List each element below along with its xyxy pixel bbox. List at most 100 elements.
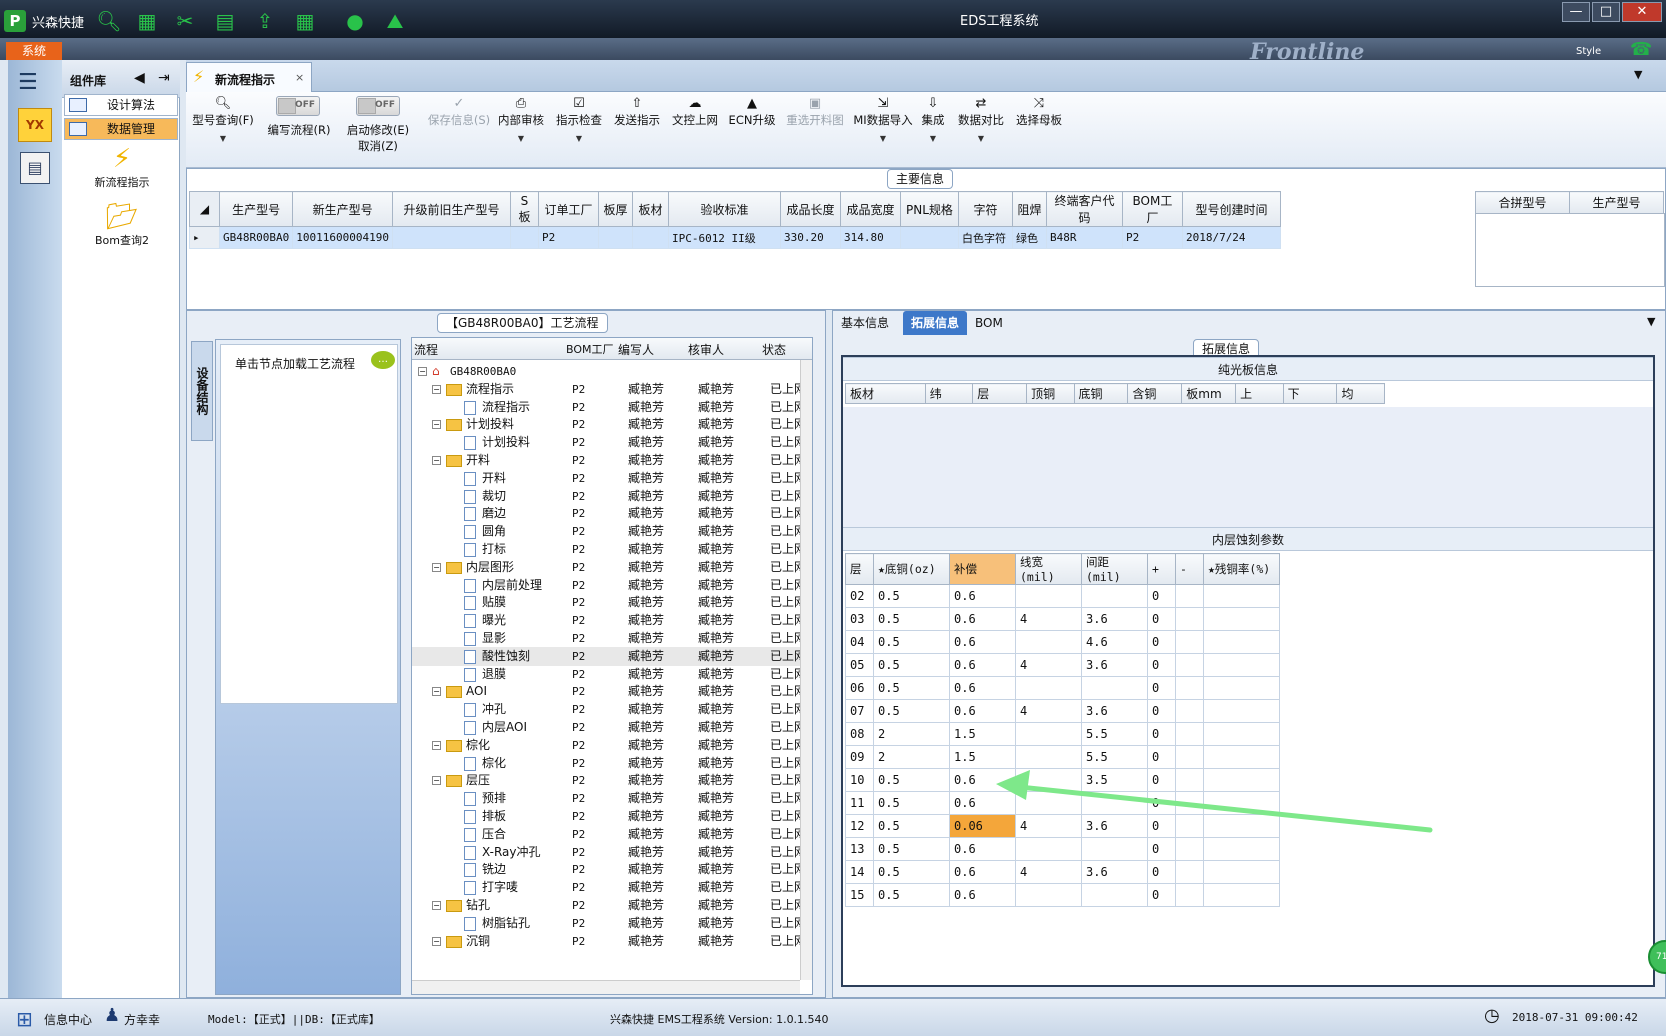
etch-cell[interactable]: 06 xyxy=(845,676,874,700)
main-cell[interactable]: 10011600004190 xyxy=(292,226,393,249)
etch-cell[interactable]: 0 xyxy=(1147,883,1176,907)
etch-cell[interactable]: 5.5 xyxy=(1081,722,1148,746)
etch-cell[interactable] xyxy=(1015,883,1082,907)
tab-close-icon[interactable]: × xyxy=(295,71,304,84)
etch-cell[interactable]: 0.6 xyxy=(949,676,1016,700)
main-cell[interactable]: IPC-6012 II级 xyxy=(667,226,781,249)
etch-cell[interactable] xyxy=(1203,676,1280,700)
yx-factory-icon[interactable]: YX xyxy=(18,108,52,142)
etch-cell[interactable] xyxy=(1203,699,1280,723)
etch-cell[interactable]: 1.5 xyxy=(949,745,1016,769)
etch-cell[interactable]: 0.5 xyxy=(873,837,950,861)
chat-bubble-icon[interactable]: … xyxy=(371,351,395,369)
integrate-button[interactable]: ⇩ 集成 ▼ xyxy=(916,96,950,143)
main-cell[interactable]: B48R xyxy=(1045,226,1123,249)
main-col-header[interactable]: 新生产型号 xyxy=(292,191,393,227)
etch-cell[interactable] xyxy=(1203,722,1280,746)
tree-root[interactable]: − ⌂ GB48R00BA0 xyxy=(412,362,802,381)
etch-cell[interactable] xyxy=(1015,630,1082,654)
tab-dropdown-icon[interactable]: ▼ xyxy=(1647,315,1655,328)
instruction-check-button[interactable]: ☑ 指示检查 ▼ xyxy=(552,96,606,143)
etch-cell[interactable] xyxy=(1081,584,1148,608)
main-cell[interactable] xyxy=(597,226,633,249)
table-row[interactable]: 07 0.5 0.6 4 3.6 0 xyxy=(845,699,1280,723)
etch-cell[interactable]: 3.6 xyxy=(1081,607,1148,631)
tree-node[interactable]: 磨边 P2 臧艳芳 臧艳芳 已上网 xyxy=(412,504,802,523)
collapse-icon[interactable]: − xyxy=(432,456,441,465)
search-icon[interactable]: 🔍︎ xyxy=(96,8,122,34)
main-cell[interactable] xyxy=(631,226,669,249)
tile-bom-query2[interactable]: 📂︎ Bom查询2 xyxy=(82,202,162,248)
etch-cell[interactable]: 0.5 xyxy=(873,676,950,700)
etch-col-header[interactable]: ★残铜率(%) xyxy=(1203,553,1280,585)
etch-cell[interactable]: 0 xyxy=(1147,745,1176,769)
main-col-header[interactable]: 字符 xyxy=(957,191,1013,227)
tab-dropdown-icon[interactable]: ▼ xyxy=(1634,68,1642,81)
tree-node[interactable]: − 棕化 P2 臧艳芳 臧艳芳 已上网 xyxy=(412,736,802,755)
ecn-upgrade-button[interactable]: ▲ ECN升级 xyxy=(726,96,778,128)
library-item-design-algorithm[interactable]: 设计算法 xyxy=(64,94,178,116)
etch-col-header[interactable]: + xyxy=(1147,553,1176,585)
etch-cell[interactable] xyxy=(1203,653,1280,677)
table-row[interactable]: 13 0.5 0.6 0 xyxy=(845,837,1280,861)
copper-col-header[interactable]: 板材 xyxy=(845,383,926,404)
click-node-box[interactable]: 单击节点加载工艺流程 … xyxy=(220,344,398,704)
etch-cell[interactable] xyxy=(1203,745,1280,769)
chevron-down-icon[interactable]: ▼ xyxy=(916,134,950,143)
etch-cell[interactable] xyxy=(1203,607,1280,631)
table-row[interactable]: ▸ GB48R00BA0 10011600004190 P2 IPC-6012 II级 3… xyxy=(189,226,1281,249)
hamburger-icon[interactable]: ☰ xyxy=(18,70,38,95)
etch-col-header[interactable]: 层 xyxy=(845,553,874,585)
edit-flow-toggle[interactable]: OFF xyxy=(276,96,320,116)
copper-col-header[interactable]: 下 xyxy=(1282,383,1338,404)
info-center-link[interactable]: 信息中心 xyxy=(44,1011,92,1028)
chart-icon[interactable]: ⛰ xyxy=(382,8,408,34)
main-col-header[interactable]: 验收标准 xyxy=(667,191,781,227)
etch-cell[interactable]: 0.5 xyxy=(873,607,950,631)
etch-col-header[interactable]: 补偿 xyxy=(949,553,1016,585)
tree-node[interactable]: − 沉铜 P2 臧艳芳 臧艳芳 已上网 xyxy=(412,932,802,951)
copper-col-header[interactable]: 含铜 xyxy=(1127,383,1183,404)
chevron-down-icon[interactable]: ▼ xyxy=(190,134,256,143)
merge-col-header[interactable]: 生产型号 xyxy=(1569,191,1664,214)
etch-cell[interactable] xyxy=(1015,722,1082,746)
etch-col-header[interactable]: 线宽(mil) xyxy=(1015,553,1082,585)
phone-icon[interactable]: ☎ xyxy=(1630,39,1652,60)
etch-cell[interactable]: 09 xyxy=(845,745,874,769)
etch-cell[interactable]: 0 xyxy=(1147,676,1176,700)
table-row[interactable]: 06 0.5 0.6 0 xyxy=(845,676,1280,700)
tree-node[interactable]: 计划投料 P2 臧艳芳 臧艳芳 已上网 xyxy=(412,433,802,452)
film-icon[interactable]: ▤ xyxy=(212,8,238,34)
table-row[interactable]: 05 0.5 0.6 4 3.6 0 xyxy=(845,653,1280,677)
etch-cell[interactable]: 0.5 xyxy=(873,860,950,884)
etch-cell[interactable] xyxy=(1081,837,1148,861)
tree-node[interactable]: 贴膜 P2 臧艳芳 臧艳芳 已上网 xyxy=(412,593,802,612)
etch-cell[interactable]: 4 xyxy=(1015,607,1082,631)
main-col-header[interactable]: 型号创建时间 xyxy=(1181,191,1281,227)
main-cell[interactable]: GB48R00BA0 xyxy=(218,226,294,249)
etch-cell[interactable]: 4 xyxy=(1015,653,1082,677)
collapse-icon[interactable]: − xyxy=(432,384,441,394)
collapse-icon[interactable]: − xyxy=(432,776,441,786)
etch-col-header[interactable]: - xyxy=(1175,553,1204,585)
table-row[interactable]: 04 0.5 0.6 4.6 0 xyxy=(845,630,1280,654)
cancel-label[interactable]: 取消(Z) xyxy=(340,138,416,154)
etch-cell[interactable]: 0.6 xyxy=(949,768,1016,792)
chevron-down-icon[interactable]: ▼ xyxy=(552,134,606,143)
main-cell[interactable] xyxy=(509,226,539,249)
etch-cell[interactable]: 4 xyxy=(1015,699,1082,723)
etch-cell[interactable]: 0 xyxy=(1147,837,1176,861)
collapse-icon[interactable]: − xyxy=(432,901,441,910)
data-compare-button[interactable]: ⇄ 数据对比 ▼ xyxy=(954,96,1008,143)
tree-node[interactable]: − 流程指示 P2 臧艳芳 臧艳芳 已上网 xyxy=(412,380,802,399)
etch-cell[interactable] xyxy=(1175,860,1204,884)
etch-cell[interactable] xyxy=(1015,584,1082,608)
main-col-header[interactable]: 成品宽度 xyxy=(839,191,901,227)
etch-cell[interactable]: 4 xyxy=(1015,814,1082,838)
collapse-icon[interactable]: − xyxy=(432,562,441,572)
etch-cell[interactable]: 0.5 xyxy=(873,584,950,608)
internal-review-button[interactable]: ⎙ 内部审核 ▼ xyxy=(494,96,548,143)
etch-cell[interactable] xyxy=(1081,883,1148,907)
save-info-button[interactable]: ✓ 保存信息(S) xyxy=(424,96,494,128)
etch-cell[interactable]: 0 xyxy=(1147,584,1176,608)
